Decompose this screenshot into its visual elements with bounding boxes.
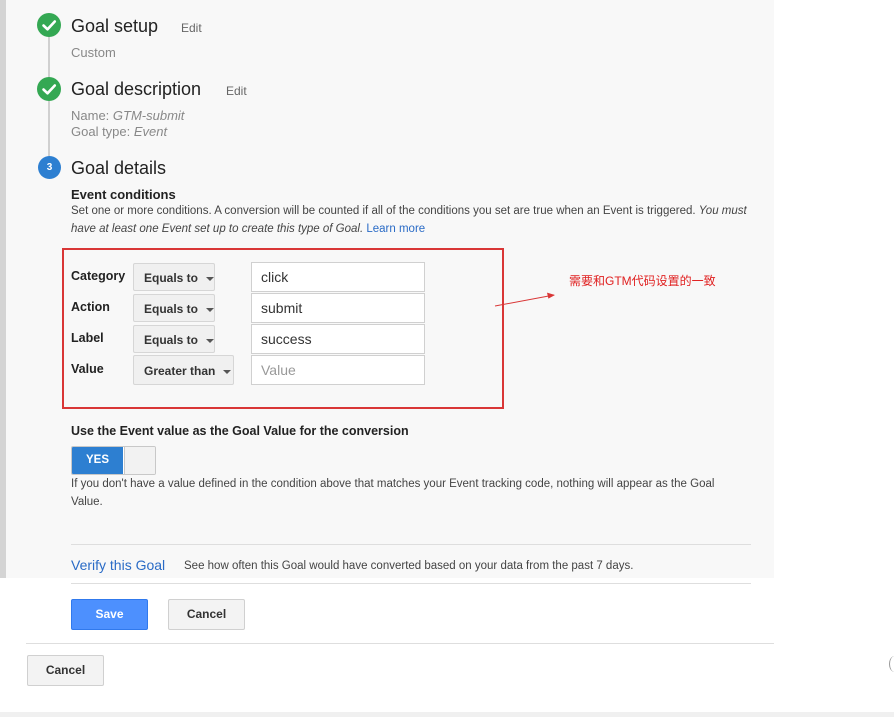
verify-description: See how often this Goal would have conve… bbox=[184, 560, 634, 572]
arrow-annotation bbox=[494, 292, 555, 307]
outer-cancel-button[interactable]: Cancel bbox=[27, 655, 104, 686]
goal-value-heading: Use the Event value as the Goal Value fo… bbox=[71, 424, 409, 438]
step-title-goal-setup: Goal setup bbox=[71, 16, 159, 36]
goal-name-value: GTM-submit bbox=[112, 108, 185, 123]
edit-goal-description-link[interactable]: Edit bbox=[226, 84, 247, 98]
divider bbox=[26, 643, 774, 644]
goal-name-label: Name: bbox=[71, 108, 110, 123]
step-title-goal-description: Goal description bbox=[71, 79, 202, 99]
save-button[interactable]: Save bbox=[71, 599, 148, 630]
goal-type-line: Goal type: Event bbox=[71, 124, 167, 139]
goal-setup-detail: Custom bbox=[71, 45, 116, 60]
goal-value-toggle[interactable]: YES bbox=[71, 446, 156, 475]
conditions-description-text: Set one or more conditions. A conversion… bbox=[71, 205, 696, 217]
goal-type-value: Event bbox=[133, 124, 168, 139]
toggle-knob bbox=[124, 447, 155, 474]
goal-value-help: If you don't have a value defined in the… bbox=[71, 478, 715, 508]
annotation-highlight-box bbox=[62, 248, 504, 409]
goal-name-line: Name: GTM-submit bbox=[71, 108, 184, 123]
divider bbox=[71, 544, 751, 545]
event-conditions-description: Set one or more conditions. A conversion… bbox=[71, 202, 751, 238]
event-conditions-heading: Event conditions bbox=[71, 187, 176, 202]
left-border bbox=[0, 0, 6, 578]
annotation-note: 需要和GTM代码设置的一致 bbox=[569, 274, 716, 288]
edit-goal-setup-link[interactable]: Edit bbox=[181, 21, 202, 35]
toggle-on-label: YES bbox=[72, 447, 123, 474]
step-title-goal-details: Goal details bbox=[71, 158, 167, 178]
goal-type-label: Goal type: bbox=[71, 124, 131, 139]
partial-shape-edge bbox=[889, 656, 894, 672]
cancel-button[interactable]: Cancel bbox=[168, 599, 245, 630]
divider bbox=[71, 583, 751, 584]
learn-more-link[interactable]: Learn more bbox=[366, 223, 425, 235]
verify-goal-link[interactable]: Verify this Goal bbox=[71, 557, 165, 573]
check-icon bbox=[37, 13, 61, 37]
bottom-strip bbox=[0, 712, 894, 717]
step-number-badge: 3 bbox=[38, 156, 61, 179]
check-icon bbox=[37, 77, 61, 101]
